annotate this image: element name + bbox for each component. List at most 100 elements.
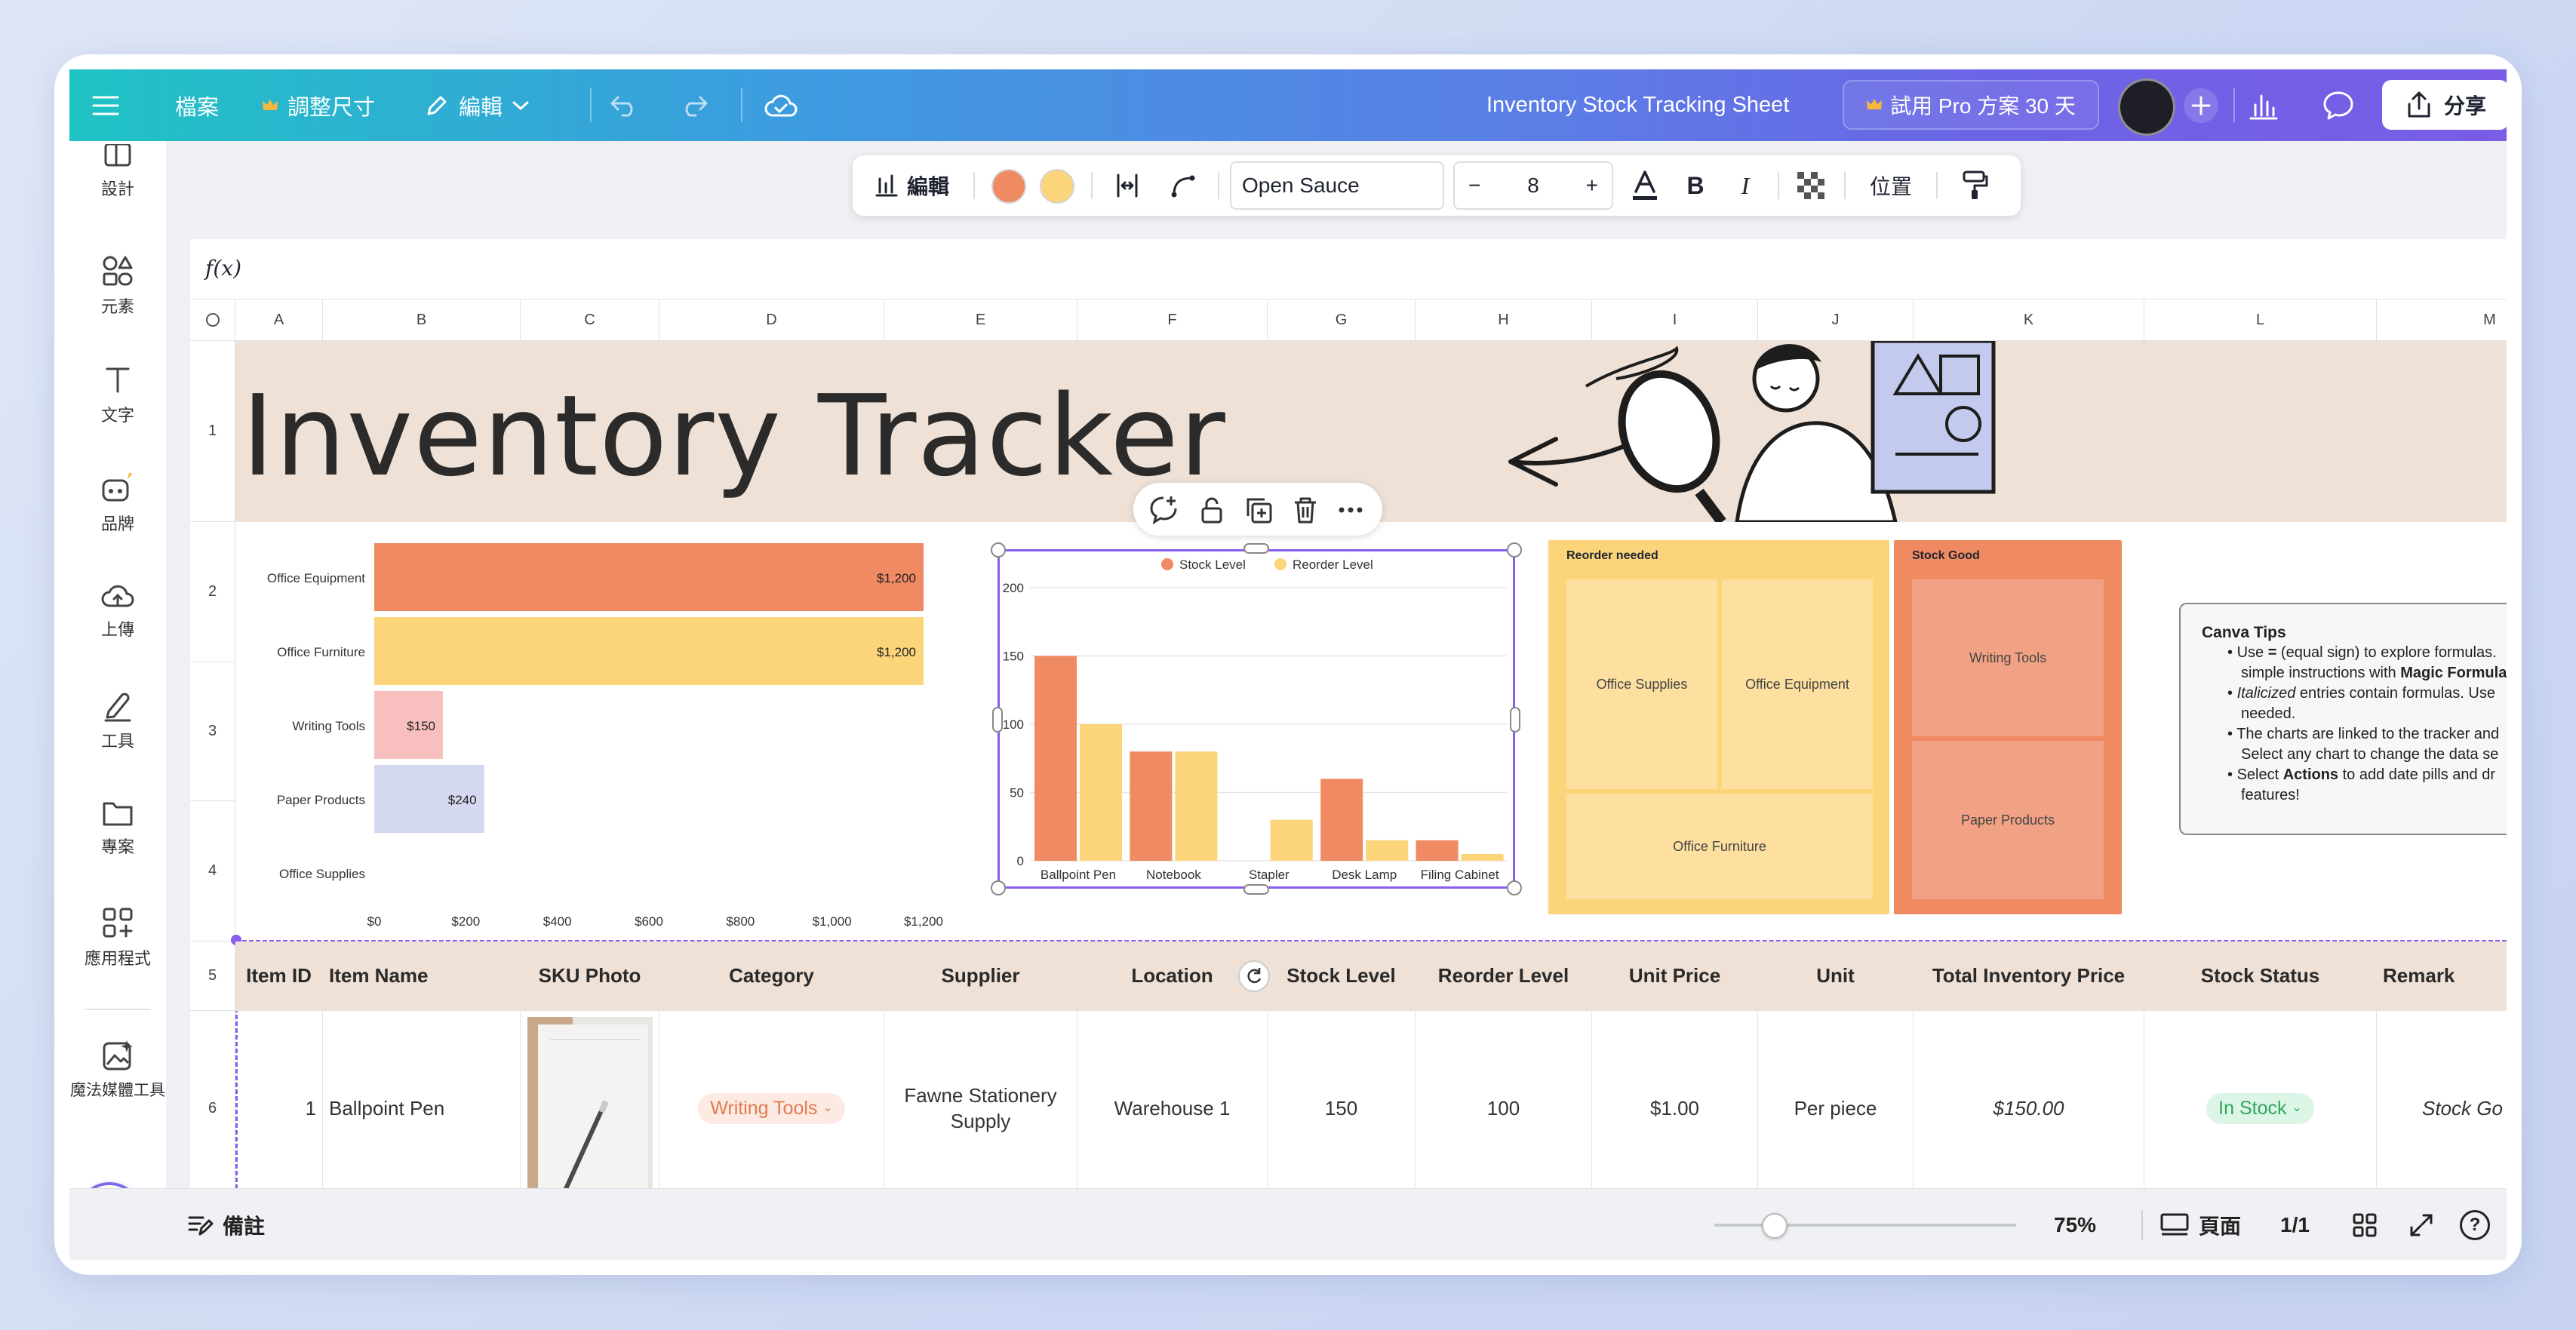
lock-icon[interactable]: [1197, 495, 1227, 525]
treemap-cell[interactable]: Office Supplies: [1566, 579, 1717, 789]
column-header[interactable]: D: [659, 299, 884, 341]
edit-menu[interactable]: 編輯: [424, 69, 530, 141]
resize-handle[interactable]: [991, 542, 1006, 557]
cell-stock-status[interactable]: In Stock ⌄: [2144, 1011, 2377, 1188]
cloud-save-button[interactable]: [764, 69, 798, 141]
more-icon[interactable]: [1336, 495, 1366, 525]
resize-handle[interactable]: [1507, 880, 1522, 895]
resize-handle[interactable]: [1243, 543, 1269, 554]
horizontal-bar-chart[interactable]: Office Equipment $1,200 Office Furniture $1…: [235, 522, 945, 941]
cell-stock-level[interactable]: 150: [1268, 1011, 1416, 1188]
row-header[interactable]: 2: [190, 522, 235, 662]
sidebar-item-brand[interactable]: 品牌: [69, 471, 166, 535]
column-header[interactable]: A: [235, 299, 323, 341]
resize-handle[interactable]: [991, 880, 1006, 895]
menu-button[interactable]: [92, 69, 119, 141]
cell-supplier[interactable]: Fawne Stationery Supply: [884, 1011, 1077, 1188]
vertical-bar-chart[interactable]: 0 50 100 150 200 Ballpoint Pen Notebook Stapler…: [1000, 551, 1513, 886]
treemap-group[interactable]: Stock Good Writing Tools Paper Products: [1894, 540, 2122, 914]
bar[interactable]: [374, 543, 924, 611]
bar[interactable]: [1416, 840, 1459, 861]
row-header[interactable]: 3: [190, 662, 235, 801]
table-header-cell[interactable]: Category: [659, 941, 884, 1011]
column-header[interactable]: H: [1416, 299, 1592, 341]
bar[interactable]: [1080, 724, 1122, 861]
page-title[interactable]: Inventory Tracker: [241, 371, 1226, 501]
table-header-cell[interactable]: Item Name: [323, 941, 521, 1011]
chart-edit-button[interactable]: 編輯: [866, 155, 957, 216]
sidebar-item-magic-media[interactable]: 魔法媒體工具: [69, 1039, 166, 1101]
table-header-cell[interactable]: Stock Level: [1268, 941, 1416, 1011]
bar[interactable]: [1461, 853, 1504, 861]
treemap-cell[interactable]: Writing Tools: [1912, 579, 2104, 736]
add-collaborator-button[interactable]: [2182, 69, 2220, 141]
column-header[interactable]: I: [1592, 299, 1758, 341]
comment-add-icon[interactable]: [1148, 495, 1179, 525]
font-size-increase[interactable]: +: [1586, 174, 1598, 198]
notes-button[interactable]: 備註: [186, 1189, 265, 1260]
spacing-button[interactable]: [1105, 155, 1150, 216]
row-header[interactable]: 1: [190, 341, 235, 522]
format-painter-button[interactable]: [1948, 155, 2001, 216]
column-header[interactable]: M: [2377, 299, 2507, 341]
color-swatch-1[interactable]: [991, 169, 1026, 204]
cell-remark[interactable]: Stock Go: [2377, 1011, 2507, 1188]
bar[interactable]: [1270, 819, 1313, 861]
bar[interactable]: [1034, 656, 1077, 862]
table-header-cell[interactable]: Supplier: [884, 941, 1077, 1011]
sidebar-item-apps[interactable]: 應用程式: [69, 906, 166, 969]
cell-unit[interactable]: Per piece: [1758, 1011, 1914, 1188]
sidebar-item-upload[interactable]: 上傳: [69, 580, 166, 640]
duplicate-icon[interactable]: [1243, 495, 1274, 525]
sidebar-item-tools[interactable]: 工具: [69, 689, 166, 752]
font-family-select[interactable]: Open Sauce: [1230, 161, 1444, 210]
status-badge[interactable]: In Stock ⌄: [2206, 1093, 2314, 1124]
file-menu[interactable]: 檔案: [175, 69, 219, 141]
bar[interactable]: [1366, 840, 1409, 861]
font-size-decrease[interactable]: −: [1468, 174, 1480, 198]
bar[interactable]: [1320, 779, 1363, 861]
help-button[interactable]: ?: [2460, 1189, 2490, 1260]
table-header-cell[interactable]: Unit Price: [1592, 941, 1758, 1011]
treemap-group[interactable]: Reorder needed Office Supplies Office Equi…: [1548, 540, 1889, 914]
cell-unit-price[interactable]: $1.00: [1592, 1011, 1758, 1188]
column-header[interactable]: J: [1758, 299, 1914, 341]
bar[interactable]: [374, 617, 924, 685]
row-header[interactable]: 4: [190, 801, 235, 941]
table-header-cell[interactable]: Total Inventory Price: [1914, 941, 2144, 1011]
sidebar-item-design[interactable]: 設計: [69, 144, 166, 200]
sidebar-item-text[interactable]: 文字: [69, 363, 166, 426]
treemap-chart[interactable]: Reorder needed Office Supplies Office Equi…: [1548, 540, 2122, 914]
selected-chart-frame[interactable]: 0 50 100 150 200 Ballpoint Pen Notebook Stapler…: [998, 549, 1515, 889]
resize-handle[interactable]: [992, 707, 1003, 733]
zoom-level[interactable]: 75%: [2054, 1189, 2096, 1260]
select-all-corner[interactable]: [190, 299, 235, 341]
zoom-slider-thumb[interactable]: [1762, 1213, 1788, 1239]
pro-trial-button[interactable]: 試用 Pro 方案 30 天: [1843, 80, 2099, 130]
column-header[interactable]: E: [884, 299, 1077, 341]
table-header-cell[interactable]: Reorder Level: [1416, 941, 1592, 1011]
table-header-cell[interactable]: Unit: [1758, 941, 1914, 1011]
color-swatch-2[interactable]: [1040, 169, 1074, 204]
position-button[interactable]: 位置: [1856, 155, 1926, 216]
transparency-button[interactable]: [1790, 155, 1832, 216]
page-count[interactable]: 1/1: [2280, 1189, 2310, 1260]
column-header[interactable]: K: [1914, 299, 2144, 341]
cell-sku-photo[interactable]: [521, 1011, 659, 1188]
cell-item-name[interactable]: Ballpoint Pen: [323, 1011, 521, 1188]
page-view-button[interactable]: 頁面: [2159, 1189, 2241, 1260]
grid-view-button[interactable]: [2352, 1189, 2378, 1260]
insights-button[interactable]: [2246, 69, 2281, 141]
column-header[interactable]: G: [1268, 299, 1416, 341]
row-header[interactable]: 5: [190, 941, 235, 1011]
column-header[interactable]: B: [323, 299, 521, 341]
cell-location[interactable]: Warehouse 1: [1077, 1011, 1268, 1188]
cell-category[interactable]: Writing Tools ⌄: [659, 1011, 884, 1188]
bold-button[interactable]: B: [1677, 155, 1714, 216]
table-header-cell[interactable]: Stock Status: [2144, 941, 2377, 1011]
cell-item-id[interactable]: 1: [235, 1011, 323, 1188]
trash-icon[interactable]: [1290, 495, 1320, 525]
rotate-handle[interactable]: [1238, 960, 1270, 992]
resize-handle[interactable]: [1510, 707, 1520, 733]
undo-button[interactable]: [609, 69, 639, 141]
